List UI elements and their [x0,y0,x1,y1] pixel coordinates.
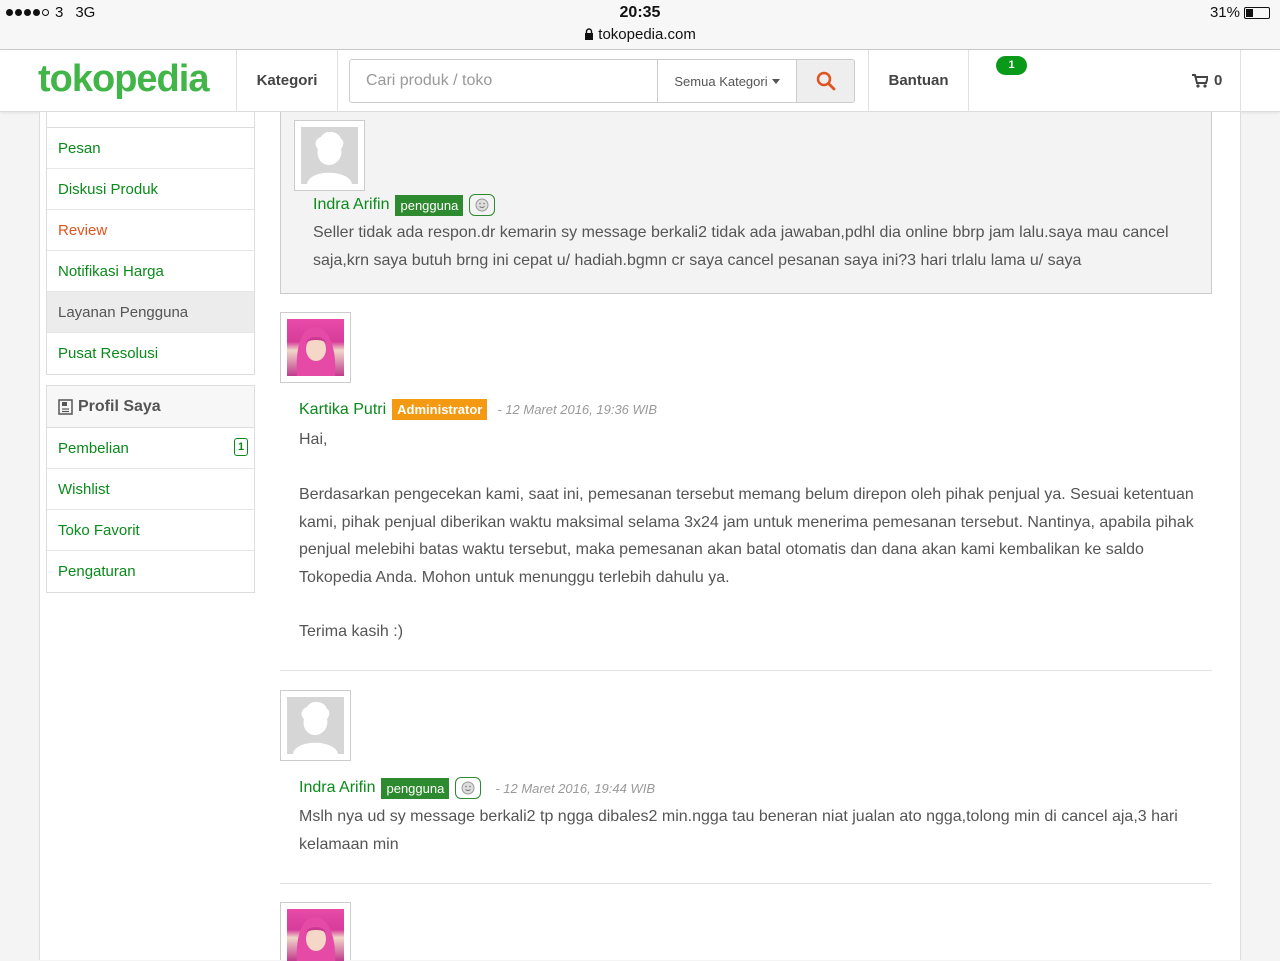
sidebar-item-label: Pembelian [58,440,129,457]
cart-icon [1192,74,1208,88]
sidebar-item-toko-favorit[interactable]: Toko Favorit [47,510,254,551]
sidebar-item-pesan[interactable]: Pesan [47,128,254,169]
avatar [280,690,351,761]
comment-text: Seller tidak ada respon.dr kemarin sy me… [313,224,1169,269]
sidebar-item-review[interactable]: Review [47,210,254,251]
cart-count: 0 [1214,72,1223,89]
clock: 20:35 [619,4,661,21]
sidebar-item-wishlist[interactable]: Wishlist [47,469,254,510]
message-count-badge: 1 [996,56,1027,75]
search-input[interactable] [350,60,657,102]
author-name-link[interactable]: Indra Arifin [313,196,389,214]
site-header: tokopedia Kategori Semua Kategori Bantua… [0,50,1280,148]
reputation-smiley-icon[interactable] [455,777,482,799]
comment-text: Mslh nya ud sy message berkali2 tp ngga … [299,808,1178,853]
admin-photo [287,909,344,961]
default-avatar-icon [287,697,344,754]
avatar [280,312,351,383]
address-bar[interactable]: tokopedia.com [0,26,1280,43]
url-text: tokopedia.com [598,26,696,43]
author-name-link[interactable]: Indra Arifin [299,779,375,797]
comment-greeting: Hai, [299,431,328,448]
search-icon [816,71,836,91]
sidebar-item-pusat-resolusi[interactable]: Pusat Resolusi [47,333,254,374]
sidebar-inbox-menu: Pesan Diskusi Produk Review Notifikasi H… [46,112,255,375]
default-avatar-icon [301,127,358,184]
search-category-dropdown[interactable]: Semua Kategori [656,60,796,102]
search-bar: Semua Kategori [349,59,855,103]
role-badge: pengguna [395,194,464,216]
tokopedia-logo[interactable]: tokopedia [38,58,209,101]
caret-down-icon [771,78,780,84]
kategori-menu-button[interactable]: Kategori [237,50,337,112]
avatar [294,120,365,191]
sidebar-item-pengaturan[interactable]: Pengaturan [47,551,254,592]
sidebar-item-pembelian[interactable]: Pembelian 1 [47,428,254,469]
battery-percent: 31% [1209,4,1240,21]
role-badge: Administrator [392,399,488,420]
author-name-link[interactable]: Kartika Putri [299,401,386,419]
profile-heading: Profil Saya [47,386,254,428]
comment-closing: Terima kasih :) [299,623,404,640]
avatar [280,902,351,961]
sidebar-item-diskusi-produk[interactable]: Diskusi Produk [47,169,254,210]
search-button[interactable] [796,60,854,102]
comment-divider [280,670,1212,671]
ios-status-bar: 3 3G 20:35 tokopedia.com 31% [0,0,1280,50]
sidebar-item-layanan-pengguna[interactable]: Layanan Pengguna [47,292,254,333]
profile-heading-label: Profil Saya [78,397,161,415]
comment-date: - 12 Maret 2016, 19:36 WIB [497,402,658,417]
comment-author-row: Kartika Putri Administrator - 12 Maret 2… [299,399,657,420]
reputation-smiley-icon[interactable] [469,194,496,216]
comment-date: - 12 Maret 2016, 19:44 WIB [495,780,656,796]
comment-author-row: Indra Arifin pengguna - 12 Maret 2016, 1… [299,777,655,799]
bantuan-link[interactable]: Bantuan [869,50,968,112]
comment-author-row: Indra Arifin pengguna [313,194,496,216]
battery-icon [1244,6,1270,19]
sidebar-item-notifikasi-harga[interactable]: Notifikasi Harga [47,251,254,292]
sidebar-profile-menu: Profil Saya Pembelian 1 Wishlist Toko Fa… [46,385,255,593]
search-category-label: Semua Kategori [674,73,768,89]
pembelian-count-badge: 1 [234,438,248,456]
lock-icon [584,26,598,43]
comment-text: Berdasarkan pengecekan kami, saat ini, p… [299,486,1194,586]
cart-button[interactable]: 0 [1192,50,1222,112]
comment-divider [280,883,1212,884]
battery-status: 31% [1210,4,1270,21]
profile-card-icon [58,398,73,415]
admin-photo [287,319,344,376]
role-badge: pengguna [381,777,450,799]
